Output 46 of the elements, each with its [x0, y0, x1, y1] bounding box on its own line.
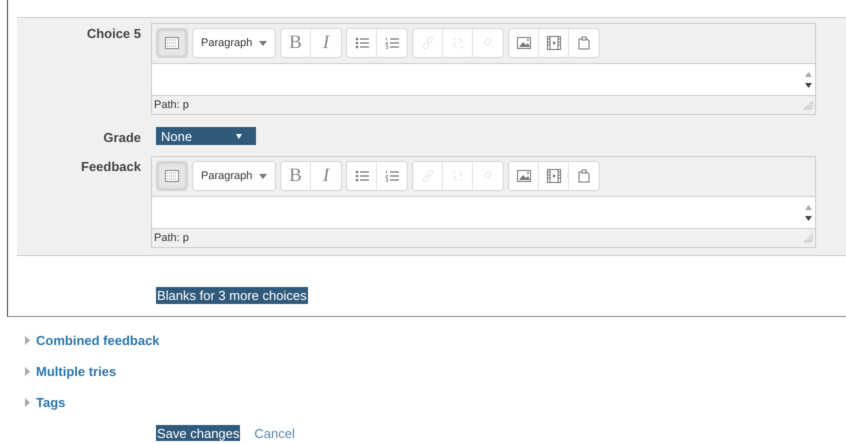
expand-arrow-icon	[25, 336, 30, 345]
field-label: Grade	[102, 129, 141, 145]
section-toggle[interactable]: Combined feedback	[25, 332, 846, 349]
field-label: Feedback	[80, 158, 141, 176]
cancel-link[interactable]: Cancel	[254, 426, 295, 440]
caret-icon	[259, 174, 267, 178]
resize-grip-icon[interactable]	[803, 100, 813, 110]
keyboard-icon	[165, 170, 179, 182]
chain-link-icon	[422, 37, 434, 49]
paragraph-dropdown[interactable]: Paragraph	[193, 162, 275, 190]
element-path: Path: p	[154, 99, 189, 111]
save-button[interactable]: Save changes	[156, 425, 240, 441]
scroll-down-icon[interactable]	[804, 216, 812, 220]
add-blanks-button[interactable]: Blanks for 3 more choices	[156, 287, 308, 304]
scroll-up-icon[interactable]	[804, 204, 812, 210]
italic-button[interactable]: I	[311, 162, 341, 190]
caret-icon	[259, 40, 267, 46]
resize-grip-icon[interactable]	[803, 233, 813, 243]
clipboard-icon	[578, 36, 590, 50]
scroll-up-icon[interactable]	[804, 72, 812, 76]
broken-link-icon	[452, 170, 464, 182]
paragraph-dropdown[interactable]: Paragraph	[193, 29, 275, 57]
bold-button[interactable]: B	[281, 29, 311, 57]
image-icon	[516, 37, 530, 49]
section-toggle[interactable]: Tags	[25, 394, 846, 411]
caret-icon	[236, 134, 242, 138]
bullet-list-icon	[354, 170, 368, 182]
section-toggle[interactable]: Multiple tries	[25, 363, 846, 380]
field-label: Choice 5	[86, 25, 141, 43]
film-strip-icon	[546, 169, 560, 183]
element-path: Path: p	[154, 232, 189, 244]
broken-link-icon	[452, 37, 464, 49]
italic-button[interactable]: I	[311, 29, 341, 57]
expand-arrow-icon	[25, 398, 30, 407]
grade-select[interactable]: None	[156, 127, 256, 145]
scroll-down-icon[interactable]	[804, 82, 812, 88]
numbered-list-icon	[385, 170, 399, 182]
bullet-list-icon	[354, 37, 368, 49]
clipboard-icon	[578, 169, 590, 183]
bold-button[interactable]: B	[281, 162, 311, 190]
numbered-list-icon	[385, 37, 399, 49]
expand-arrow-icon	[25, 367, 30, 376]
keyboard-icon	[165, 37, 179, 49]
chain-link-icon	[422, 170, 434, 182]
image-icon	[516, 170, 530, 182]
film-strip-icon	[546, 36, 560, 50]
